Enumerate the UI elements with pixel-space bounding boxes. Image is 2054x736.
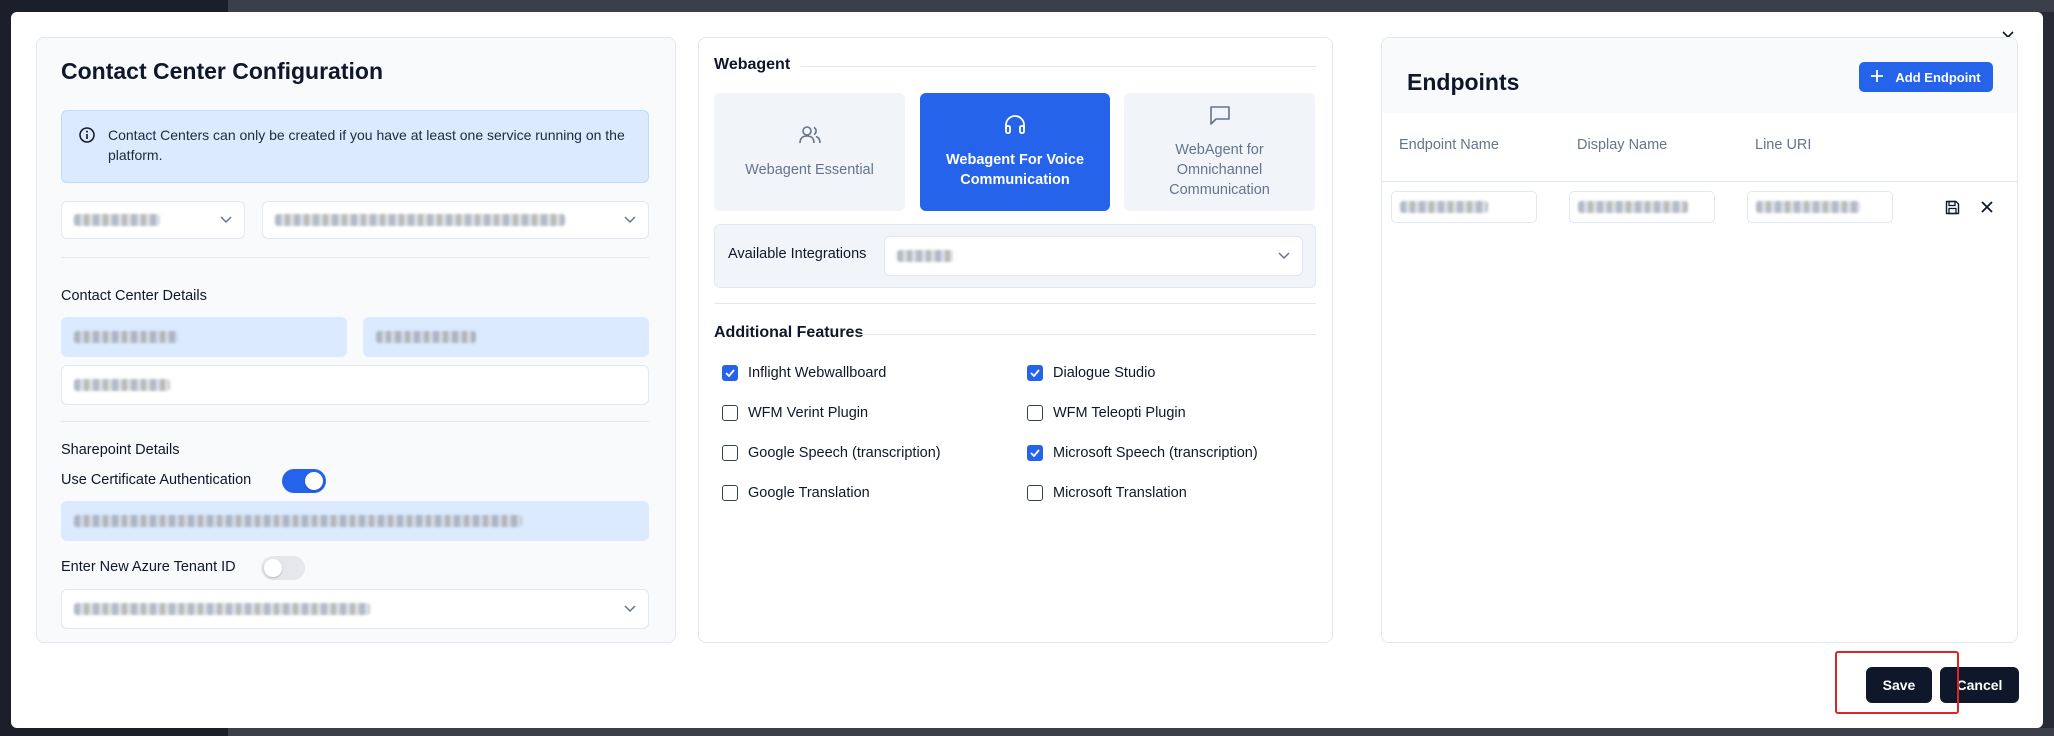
checkbox[interactable] — [1027, 485, 1043, 501]
chevron-down-icon — [624, 211, 636, 229]
webagent-omnichannel-card[interactable]: WebAgent for Omnichannel Communication — [1124, 93, 1315, 211]
feature-label: WFM Verint Plugin — [748, 405, 869, 421]
chevron-down-icon — [1278, 247, 1290, 265]
column-header-line-uri: Line URI — [1755, 137, 1812, 153]
checkbox[interactable] — [722, 365, 738, 381]
feature-google-speech[interactable]: Google Speech (transcription) — [722, 445, 941, 461]
contact-center-name-field[interactable] — [61, 317, 347, 357]
select-value-redacted — [897, 250, 953, 262]
card-label: Webagent Essential — [745, 162, 874, 178]
endpoints-panel: Endpoints Add Endpoint Endpoint Name Dis… — [1381, 37, 2018, 643]
azure-tenant-label: Enter New Azure Tenant ID — [61, 559, 236, 575]
feature-label: Google Speech (transcription) — [748, 445, 941, 461]
plus-icon — [1871, 69, 1884, 85]
service-select[interactable] — [262, 201, 649, 239]
certificate-field[interactable] — [61, 501, 649, 541]
field-value-redacted — [376, 331, 476, 343]
feature-label: Google Translation — [748, 485, 870, 501]
card-label: WebAgent for Omnichannel Communication — [1169, 142, 1270, 198]
add-endpoint-label: Add Endpoint — [1895, 69, 1981, 85]
backdrop-bottombar — [228, 728, 2054, 736]
table-header-divider — [1382, 181, 2017, 182]
input-value-redacted — [1400, 201, 1488, 213]
feature-label: Dialogue Studio — [1053, 365, 1156, 381]
column-header-endpoint-name: Endpoint Name — [1399, 137, 1499, 153]
chevron-down-icon — [624, 600, 636, 618]
backdrop-topbar — [228, 0, 2054, 12]
input-value-redacted — [1756, 201, 1860, 213]
cancel-button[interactable]: Cancel — [1940, 667, 2019, 703]
chevron-down-icon — [220, 211, 232, 229]
checkbox[interactable] — [1027, 405, 1043, 421]
info-notice: Contact Centers can only be created if y… — [61, 110, 649, 183]
webagent-essential-card[interactable]: Webagent Essential — [714, 93, 905, 211]
feature-label: Microsoft Translation — [1053, 485, 1187, 501]
sharepoint-label: Sharepoint Details — [61, 442, 180, 458]
delete-row-icon[interactable] — [1978, 198, 1996, 216]
feature-label: WFM Teleopti Plugin — [1053, 405, 1186, 421]
field-value-redacted — [74, 515, 522, 527]
divider — [801, 66, 1316, 67]
toggle-knob — [305, 472, 323, 490]
line-uri-input[interactable] — [1747, 191, 1893, 223]
save-button[interactable]: Save — [1866, 667, 1932, 703]
divider — [61, 421, 649, 422]
cert-auth-label: Use Certificate Authentication — [61, 472, 252, 488]
display-name-input[interactable] — [1569, 191, 1715, 223]
checkbox[interactable] — [1027, 445, 1043, 461]
select-value-redacted — [275, 214, 565, 226]
panel-title: Contact Center Configuration — [61, 58, 383, 84]
feature-label: Inflight Webwallboard — [748, 365, 887, 381]
details-label: Contact Center Details — [61, 288, 207, 304]
checkbox[interactable] — [722, 405, 738, 421]
webagent-section-title: Webagent — [714, 56, 791, 73]
contact-center-id-field[interactable] — [363, 317, 649, 357]
endpoints-title: Endpoints — [1407, 69, 1520, 95]
feature-wfm-verint[interactable]: WFM Verint Plugin — [722, 405, 868, 421]
azure-tenant-toggle[interactable] — [261, 556, 305, 580]
features-title: Additional Features — [714, 324, 864, 341]
users-icon — [798, 124, 822, 152]
cert-auth-toggle[interactable] — [282, 469, 326, 493]
toggle-knob — [264, 559, 282, 577]
checkbox[interactable] — [722, 445, 738, 461]
input-value-redacted — [1578, 201, 1688, 213]
add-endpoint-button[interactable]: Add Endpoint — [1859, 62, 1993, 92]
card-label: Webagent For Voice Communication — [945, 152, 1085, 188]
webagent-voice-card[interactable]: Webagent For Voice Communication — [920, 93, 1110, 211]
select-value-redacted — [74, 603, 370, 615]
feature-wfm-teleopti[interactable]: WFM Teleopti Plugin — [1027, 405, 1186, 421]
divider — [61, 257, 649, 258]
select-value-redacted — [74, 214, 160, 226]
integrations-label: Available Integrations — [728, 246, 867, 262]
integrations-row: Available Integrations — [714, 224, 1316, 288]
region-select[interactable] — [61, 201, 245, 239]
chat-icon — [1208, 104, 1232, 132]
azure-tenant-select[interactable] — [61, 589, 649, 629]
feature-microsoft-translation[interactable]: Microsoft Translation — [1027, 485, 1187, 501]
info-text: Contact Centers can only be created if y… — [108, 127, 625, 163]
divider — [714, 303, 1316, 304]
checkbox[interactable] — [1027, 365, 1043, 381]
feature-dialogue-studio[interactable]: Dialogue Studio — [1027, 365, 1155, 381]
column-header-display-name: Display Name — [1577, 137, 1668, 153]
checkbox[interactable] — [722, 485, 738, 501]
endpoint-name-input[interactable] — [1391, 191, 1537, 223]
save-row-icon[interactable] — [1943, 198, 1961, 216]
field-value-redacted — [74, 379, 170, 391]
feature-microsoft-speech[interactable]: Microsoft Speech (transcription) — [1027, 445, 1258, 461]
headphones-icon — [1003, 114, 1027, 142]
feature-label: Microsoft Speech (transcription) — [1053, 445, 1258, 461]
integrations-select[interactable] — [884, 236, 1303, 276]
contact-center-description-field[interactable] — [61, 365, 649, 405]
field-value-redacted — [74, 331, 178, 343]
contact-center-panel: Contact Center Configuration Contact Cen… — [36, 37, 676, 643]
webagent-panel: Webagent Webagent Essential Webagent For… — [698, 37, 1333, 643]
info-icon — [78, 126, 96, 168]
configuration-modal: Contact Center Configuration Contact Cen… — [11, 12, 2043, 728]
feature-google-translation[interactable]: Google Translation — [722, 485, 870, 501]
feature-inflight-webwallboard[interactable]: Inflight Webwallboard — [722, 365, 886, 381]
divider — [859, 334, 1316, 335]
